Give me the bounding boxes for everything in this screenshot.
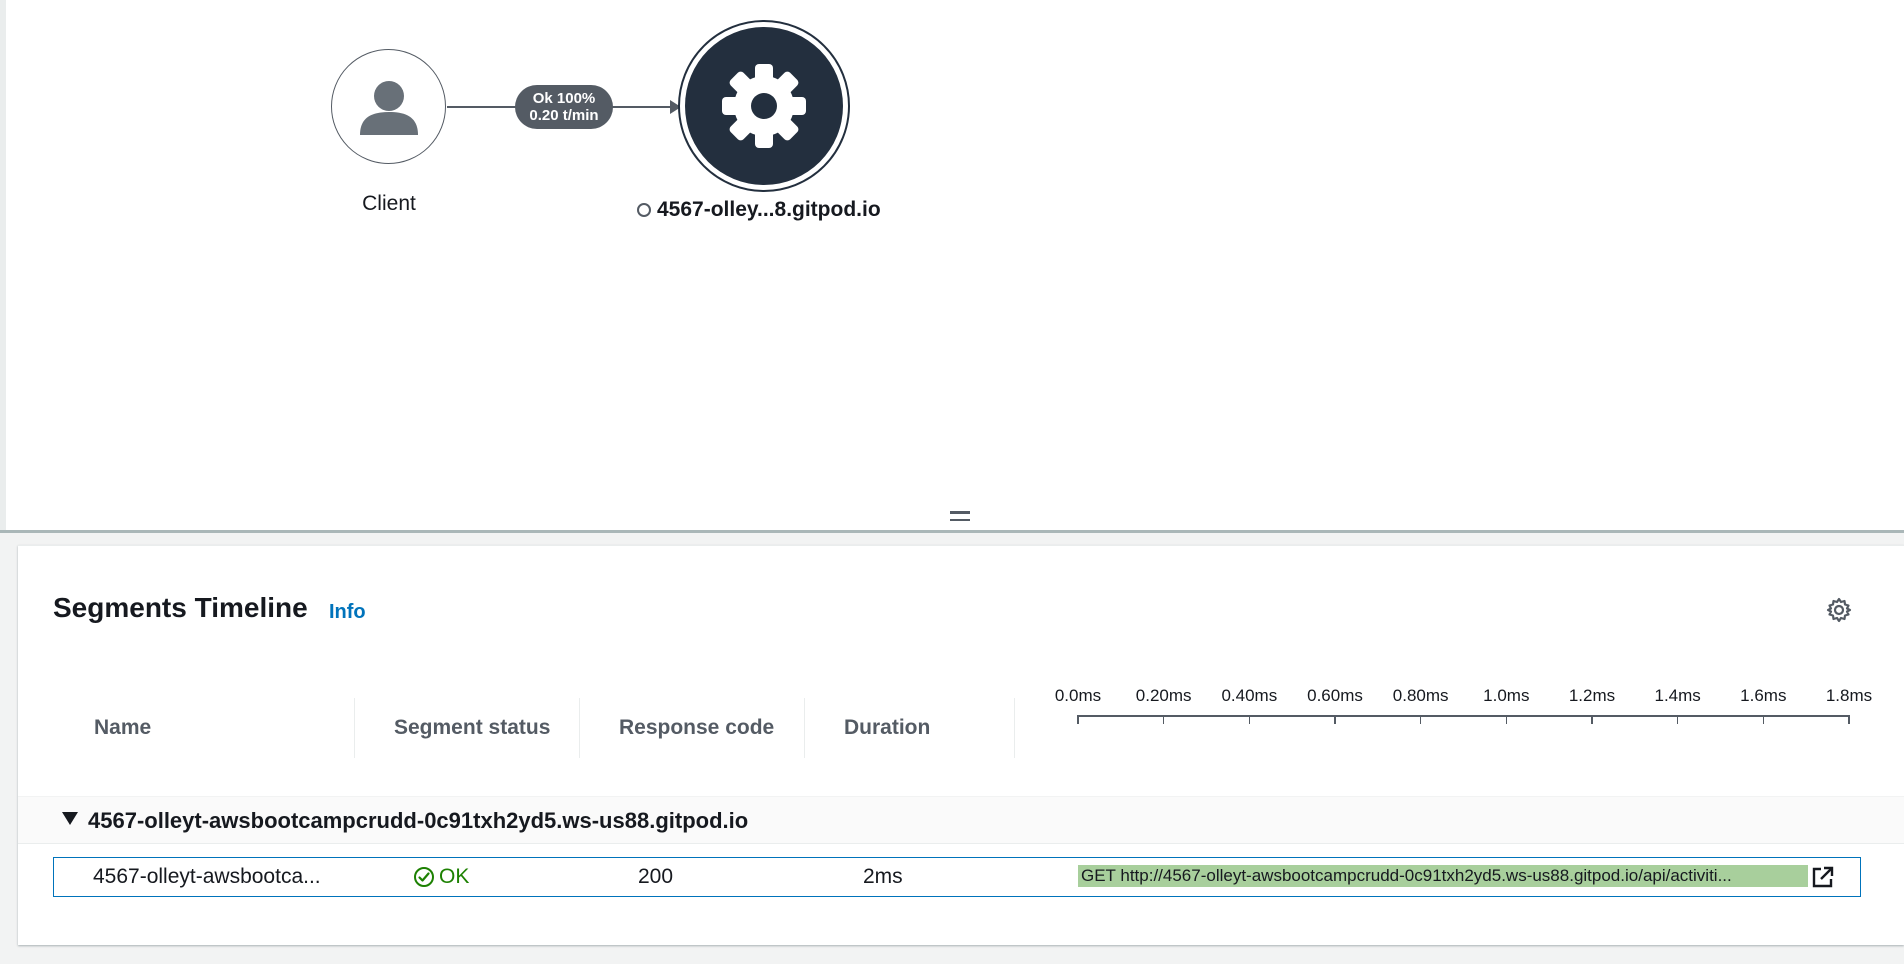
column-header-name[interactable]: Name [94, 716, 151, 741]
timeline-tick [1848, 715, 1850, 724]
client-node[interactable] [331, 49, 446, 164]
edge-status-rate: Ok 100% [532, 90, 596, 107]
segment-group-name: 4567-olleyt-awsbootcampcrudd-0c91txh2yd5… [88, 808, 749, 833]
user-icon [359, 80, 418, 135]
timeline-tick-label: 1.6ms [1740, 686, 1787, 705]
timeline-tick-label: 1.8ms [1825, 686, 1873, 705]
service-node-name: 4567-olley...8.gitpod.io [657, 198, 881, 221]
external-link-icon[interactable] [1810, 864, 1836, 890]
column-header-duration[interactable]: Duration [844, 716, 930, 741]
timeline-tick-label: 1.4ms [1654, 686, 1701, 705]
timeline-axis: 0.0ms 0.20ms 0.40ms 0.60ms 0.80ms 1.0ms 1.2ms 1… [1055, 686, 1872, 746]
timeline-tick [1248, 715, 1251, 724]
timeline-tick-label: 0.60ms [1307, 686, 1363, 705]
timeline-tick [1676, 715, 1679, 724]
panel-resize-handle[interactable] [950, 507, 974, 525]
timeline-tick-label: 0.20ms [1135, 686, 1192, 705]
panel-title: Segments Timeline [53, 592, 308, 623]
service-node[interactable] [678, 20, 850, 192]
timeline-tick [1591, 715, 1593, 724]
timeline-tick [1334, 715, 1336, 724]
edge-stats-badge[interactable]: Ok 100% 0.20 t/min [515, 85, 613, 129]
caret-down-icon[interactable] [62, 812, 78, 825]
info-link[interactable]: Info [329, 601, 366, 624]
timeline-tick [1762, 715, 1765, 724]
settings-gear-icon [1826, 597, 1852, 623]
segment-timeline-bar[interactable]: GET http://4567-olleyt-awsbootcampcrudd-… [1078, 865, 1808, 887]
timeline-tick-label: 0.40ms [1221, 686, 1278, 705]
column-separator[interactable] [804, 698, 805, 758]
timeline-axis-line [1078, 715, 1850, 717]
column-separator[interactable] [579, 698, 580, 758]
client-node-label: Client [362, 192, 416, 215]
column-header-response-code[interactable]: Response code [619, 716, 774, 741]
service-node-core [685, 27, 843, 185]
column-header-segment-status[interactable]: Segment status [394, 716, 550, 741]
service-node-label: 4567-olley...8.gitpod.io [637, 198, 897, 222]
segment-group-row[interactable]: 4567-olleyt-awsbootcampcrudd-0c91txh2yd5… [18, 796, 1904, 844]
segment-duration: 2ms [863, 865, 903, 888]
edge-throughput: 0.20 t/min [529, 107, 599, 124]
segment-row[interactable]: 4567-olleyt-awsbootca... OK 200 2ms GET … [53, 857, 1861, 897]
segment-status-text: OK [439, 865, 470, 888]
timeline-tick-label: 1.0ms [1483, 686, 1530, 705]
timeline-tick-label: 1.2ms [1568, 686, 1616, 705]
timeline-tick [1162, 715, 1165, 724]
timeline-tick-label: 0.0ms [1054, 686, 1102, 705]
column-separator[interactable] [354, 698, 355, 758]
timeline-tick [1419, 715, 1422, 724]
timeline-tick-label: 0.80ms [1392, 686, 1449, 705]
segments-timeline-panel: Segments Timeline Info Name Segment stat… [18, 545, 1904, 945]
segment-status: OK [413, 865, 469, 889]
gear-icon [722, 64, 806, 148]
check-circle-icon [414, 867, 434, 887]
timeline-tick [1505, 715, 1508, 724]
service-map: Client Ok 100% 0.20 t/min 4567-olley...8… [0, 0, 1904, 532]
segment-response-code: 200 [638, 865, 674, 888]
settings-button[interactable] [1823, 594, 1855, 626]
column-separator[interactable] [1014, 698, 1015, 758]
segment-name: 4567-olleyt-awsbootca... [93, 865, 321, 888]
status-ring-icon [637, 203, 651, 217]
timeline-tick [1077, 715, 1079, 724]
